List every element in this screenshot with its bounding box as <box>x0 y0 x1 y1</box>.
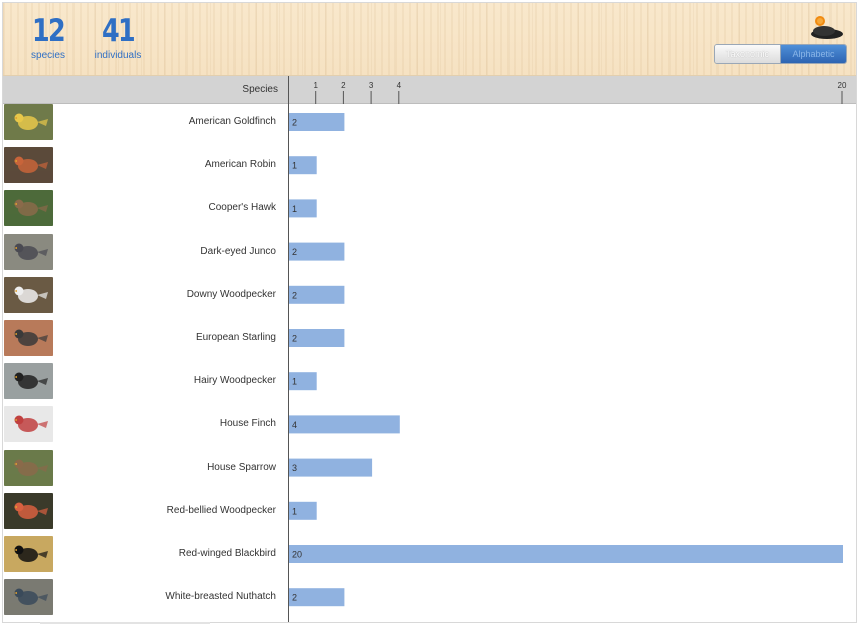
chart-axis-divider <box>288 76 289 622</box>
bar[interactable] <box>289 588 345 607</box>
species-label: Hairy Woodpecker <box>193 375 276 387</box>
species-label: Dark-eyed Junco <box>200 245 276 257</box>
species-stat: 12 species <box>28 13 68 62</box>
species-count-chart: 1 2 3 4 20 2 1 1 2 2 2 1 4 3 1 20 2 <box>289 81 847 607</box>
bar-value-label: 2 <box>292 247 297 257</box>
dark-eyed-junco-photo[interactable] <box>4 233 53 270</box>
species-label: Cooper's Hawk <box>208 202 277 214</box>
sort-toggle: Taxonomic Alphabetic <box>714 44 847 64</box>
bar-value-label: 1 <box>292 377 297 387</box>
bar-value-label: 4 <box>292 420 297 430</box>
species-label: Red-bellied Woodpecker <box>166 504 276 516</box>
horizontal-scrollbar[interactable] <box>40 622 210 624</box>
axis-tick-label: 2 <box>341 81 346 90</box>
bar[interactable] <box>289 458 373 477</box>
bar-value-label: 1 <box>292 161 297 171</box>
bird-count-panel: 12 species 41 individuals Taxonomic Alph… <box>2 2 857 623</box>
bar-value-label: 20 <box>292 550 302 560</box>
bar[interactable] <box>289 329 345 347</box>
species-count: 12 <box>31 13 66 49</box>
hairy-woodpecker-photo[interactable] <box>4 363 53 400</box>
bar[interactable] <box>289 415 400 434</box>
axis-tick-label: 1 <box>313 81 318 90</box>
bar[interactable] <box>289 242 345 261</box>
house-finch-photo[interactable] <box>4 406 53 443</box>
bar-value-label: 2 <box>292 118 297 128</box>
individuals-count-label: individuals <box>94 50 142 61</box>
bar[interactable] <box>289 113 345 131</box>
individuals-count: 41 <box>101 13 136 49</box>
species-label: European Starling <box>195 332 276 343</box>
summary-header: 12 species 41 individuals Taxonomic Alph… <box>3 3 856 76</box>
alphabetic-sort-button[interactable]: Alphabetic <box>780 45 846 63</box>
species-label: Red-winged Blackbird <box>178 548 276 559</box>
red-bellied-woodpecker-photo[interactable] <box>4 492 53 529</box>
species-label: House Sparrow <box>207 461 276 473</box>
coopers-hawk-photo[interactable] <box>4 190 53 227</box>
american-goldfinch-photo[interactable] <box>4 104 53 140</box>
species-count-label: species <box>31 50 65 61</box>
european-starling-photo[interactable] <box>4 320 53 356</box>
bird-logo-icon <box>809 12 845 42</box>
downy-woodpecker-photo[interactable] <box>4 276 53 313</box>
bar-value-label: 2 <box>292 593 297 603</box>
house-sparrow-photo[interactable] <box>4 449 53 486</box>
individuals-stat: 41 individuals <box>88 13 148 62</box>
species-label: American Goldfinch <box>188 116 276 127</box>
bar-value-label: 1 <box>292 506 297 516</box>
bar[interactable] <box>289 545 843 563</box>
species-label: American Robin <box>204 159 276 171</box>
axis-tick-label: 20 <box>838 81 847 90</box>
axis-tick-label: 3 <box>369 81 374 90</box>
bar-value-label: 1 <box>292 204 297 214</box>
bar[interactable] <box>289 285 345 304</box>
bar-value-label: 3 <box>292 463 297 473</box>
axis-tick-label: 4 <box>397 81 402 90</box>
american-robin-photo[interactable] <box>4 147 53 184</box>
species-label: White-breasted Nuthatch <box>165 591 276 603</box>
taxonomic-sort-button[interactable]: Taxonomic <box>715 45 780 63</box>
white-breasted-nuthatch-photo[interactable] <box>4 579 53 616</box>
bar-value-label: 2 <box>292 290 297 300</box>
bar-value-label: 2 <box>292 334 297 344</box>
species-label: Downy Woodpecker <box>186 288 276 300</box>
species-label: House Finch <box>219 418 276 430</box>
red-winged-blackbird-photo[interactable] <box>4 536 53 572</box>
